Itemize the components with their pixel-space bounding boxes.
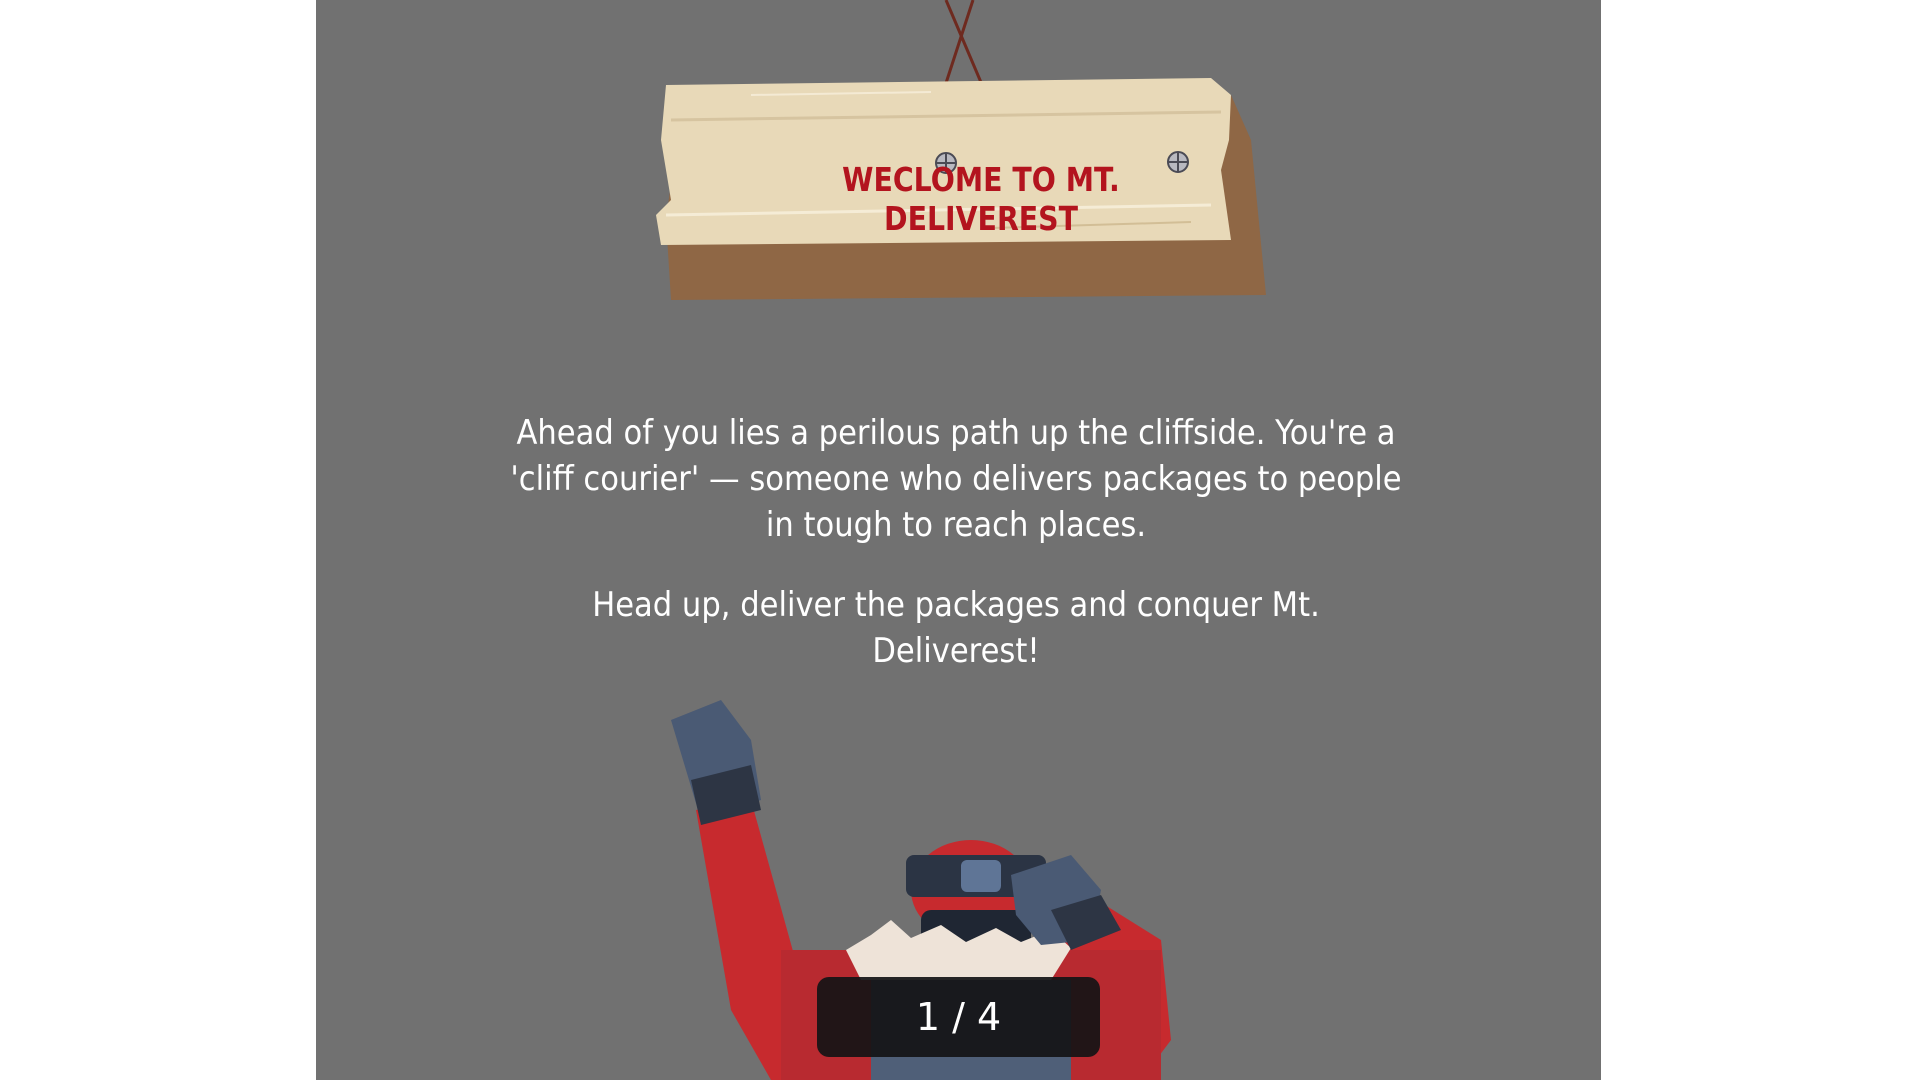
- welcome-sign: WECLOME TO MT. DELIVEREST: [631, 0, 1311, 310]
- intro-text: Ahead of you lies a perilous path up the…: [456, 410, 1456, 708]
- page-counter: 1 / 4: [817, 977, 1100, 1057]
- wooden-sign-icon: [656, 0, 1266, 300]
- intro-paragraph-2: Head up, deliver the packages and conque…: [592, 585, 1320, 671]
- sign-title: WECLOME TO MT. DELIVEREST: [842, 160, 1120, 238]
- game-panel: WECLOME TO MT. DELIVEREST Ahead of you l…: [316, 0, 1601, 1080]
- intro-paragraph-1: Ahead of you lies a perilous path up the…: [510, 413, 1402, 545]
